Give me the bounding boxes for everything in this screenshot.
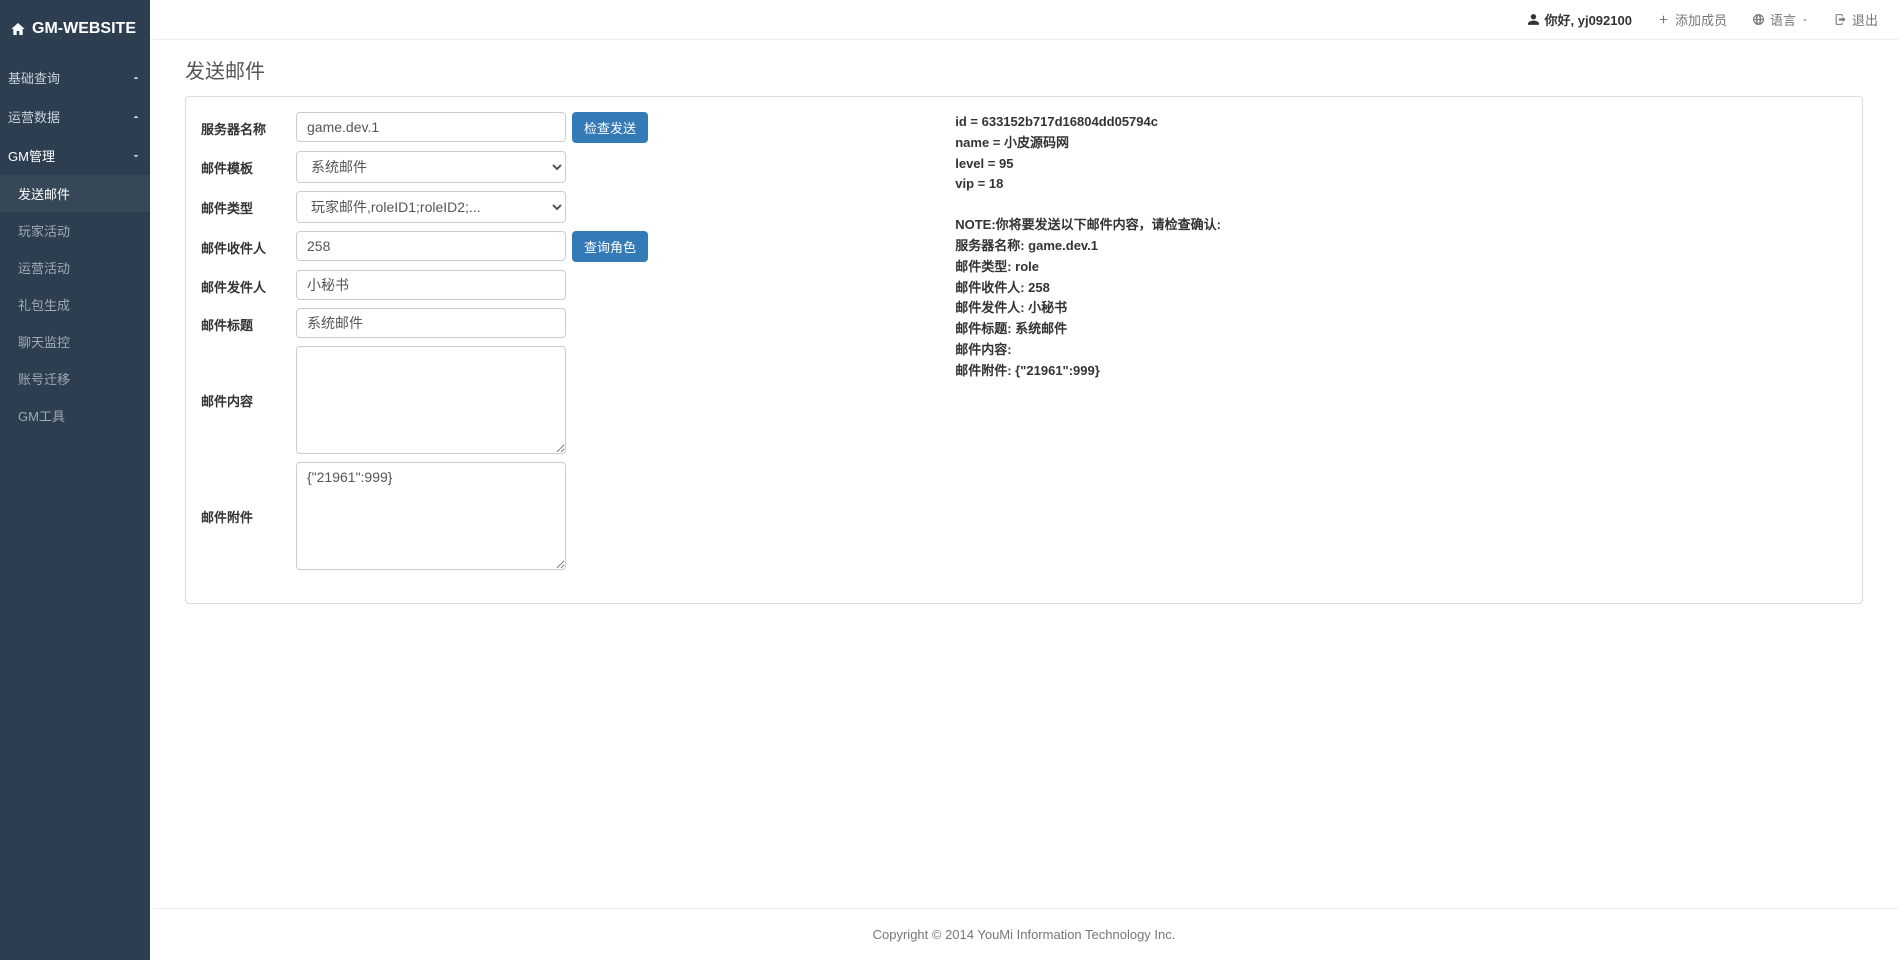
chevron-down-icon — [130, 150, 142, 162]
info-title: 邮件标题: 系统邮件 — [955, 319, 1847, 340]
label-template: 邮件模板 — [201, 151, 296, 177]
content: 发送邮件 服务器名称 检查发送 邮件模板 — [150, 40, 1898, 908]
info-vip: vip = 18 — [955, 174, 1847, 195]
sidebar: GM-WEBSITE 基础查询 运营数据 GM管理 发送邮件 玩家活动 运营活动… — [0, 0, 150, 960]
nav-item-chat-monitor[interactable]: 聊天监控 — [0, 323, 150, 360]
label-recipient: 邮件收件人 — [201, 231, 296, 257]
server-input[interactable] — [296, 112, 566, 142]
nav-item-player-activity[interactable]: 玩家活动 — [0, 212, 150, 249]
query-role-button[interactable]: 查询角色 — [572, 231, 648, 262]
nav-group-ops-data[interactable]: 运营数据 — [0, 97, 150, 136]
greeting-text: 你好, yj092100 — [1545, 10, 1632, 29]
nav-sub-gm: 发送邮件 玩家活动 运营活动 礼包生成 聊天监控 账号迁移 GM工具 — [0, 175, 150, 434]
nav-item-ops-activity[interactable]: 运营活动 — [0, 249, 150, 286]
topbar-greeting[interactable]: 你好, yj092100 — [1527, 10, 1632, 29]
brand-logo[interactable]: GM-WEBSITE — [0, 0, 150, 58]
nav-item-gift-gen[interactable]: 礼包生成 — [0, 286, 150, 323]
info-content: 邮件内容: — [955, 340, 1847, 361]
language-text: 语言 — [1770, 10, 1796, 29]
nav-group-label: 基础查询 — [8, 68, 60, 87]
sender-input[interactable] — [296, 270, 566, 300]
label-content: 邮件内容 — [201, 346, 296, 410]
footer: Copyright © 2014 YouMi Information Techn… — [150, 908, 1898, 960]
info-id: id = 633152b717d16804dd05794c — [955, 112, 1847, 133]
info-sender: 邮件发件人: 小秘书 — [955, 298, 1847, 319]
label-type: 邮件类型 — [201, 191, 296, 217]
nav-item-gm-tools[interactable]: GM工具 — [0, 397, 150, 434]
type-select[interactable]: 玩家邮件,roleID1;roleID2;... — [296, 191, 566, 223]
content-textarea[interactable] — [296, 346, 566, 454]
logout-icon — [1834, 13, 1847, 26]
logout-text: 退出 — [1852, 10, 1878, 29]
title-input[interactable] — [296, 308, 566, 338]
attach-textarea[interactable] — [296, 462, 566, 570]
label-attach: 邮件附件 — [201, 462, 296, 526]
globe-icon — [1752, 13, 1765, 26]
label-sender: 邮件发件人 — [201, 270, 296, 296]
recipient-input[interactable] — [296, 231, 566, 261]
brand-text: GM-WEBSITE — [32, 20, 136, 38]
info-column: id = 633152b717d16804dd05794c name = 小皮源… — [955, 112, 1847, 578]
topbar: 你好, yj092100 添加成员 语言 退出 — [150, 0, 1898, 40]
nav-group-label: GM管理 — [8, 146, 55, 165]
nav-group-gm-manage[interactable]: GM管理 — [0, 136, 150, 175]
main: 你好, yj092100 添加成员 语言 退出 发送邮件 服务器名称 — [150, 0, 1898, 960]
label-server: 服务器名称 — [201, 112, 296, 138]
topbar-add-member[interactable]: 添加成员 — [1657, 10, 1727, 29]
info-attach: 邮件附件: {"21961":999} — [955, 361, 1847, 382]
chevron-up-icon — [130, 72, 142, 84]
user-icon — [1527, 13, 1540, 26]
label-title: 邮件标题 — [201, 308, 296, 334]
nav-item-send-mail[interactable]: 发送邮件 — [0, 175, 150, 212]
page-title: 发送邮件 — [185, 55, 1863, 84]
add-member-text: 添加成员 — [1675, 10, 1727, 29]
info-name: name = 小皮源码网 — [955, 133, 1847, 154]
confirm-info-block: NOTE:你将要发送以下邮件内容，请检查确认: 服务器名称: game.dev.… — [955, 215, 1847, 381]
panel: 服务器名称 检查发送 邮件模板 系统邮件 — [185, 96, 1863, 604]
info-note: NOTE:你将要发送以下邮件内容，请检查确认: — [955, 215, 1847, 236]
info-type: 邮件类型: role — [955, 257, 1847, 278]
chevron-up-icon — [130, 111, 142, 123]
nav-group-basic-query[interactable]: 基础查询 — [0, 58, 150, 97]
home-icon — [10, 21, 26, 37]
topbar-language[interactable]: 语言 — [1752, 10, 1809, 29]
check-send-button[interactable]: 检查发送 — [572, 112, 648, 143]
topbar-logout[interactable]: 退出 — [1834, 10, 1878, 29]
info-server: 服务器名称: game.dev.1 — [955, 236, 1847, 257]
role-info-block: id = 633152b717d16804dd05794c name = 小皮源… — [955, 112, 1847, 195]
info-recipient: 邮件收件人: 258 — [955, 278, 1847, 299]
caret-down-icon — [1801, 16, 1809, 24]
nav-group-label: 运营数据 — [8, 107, 60, 126]
nav-item-account-migrate[interactable]: 账号迁移 — [0, 360, 150, 397]
template-select[interactable]: 系统邮件 — [296, 151, 566, 183]
info-level: level = 95 — [955, 154, 1847, 175]
form-column: 服务器名称 检查发送 邮件模板 系统邮件 — [201, 112, 925, 578]
plus-icon — [1657, 13, 1670, 26]
